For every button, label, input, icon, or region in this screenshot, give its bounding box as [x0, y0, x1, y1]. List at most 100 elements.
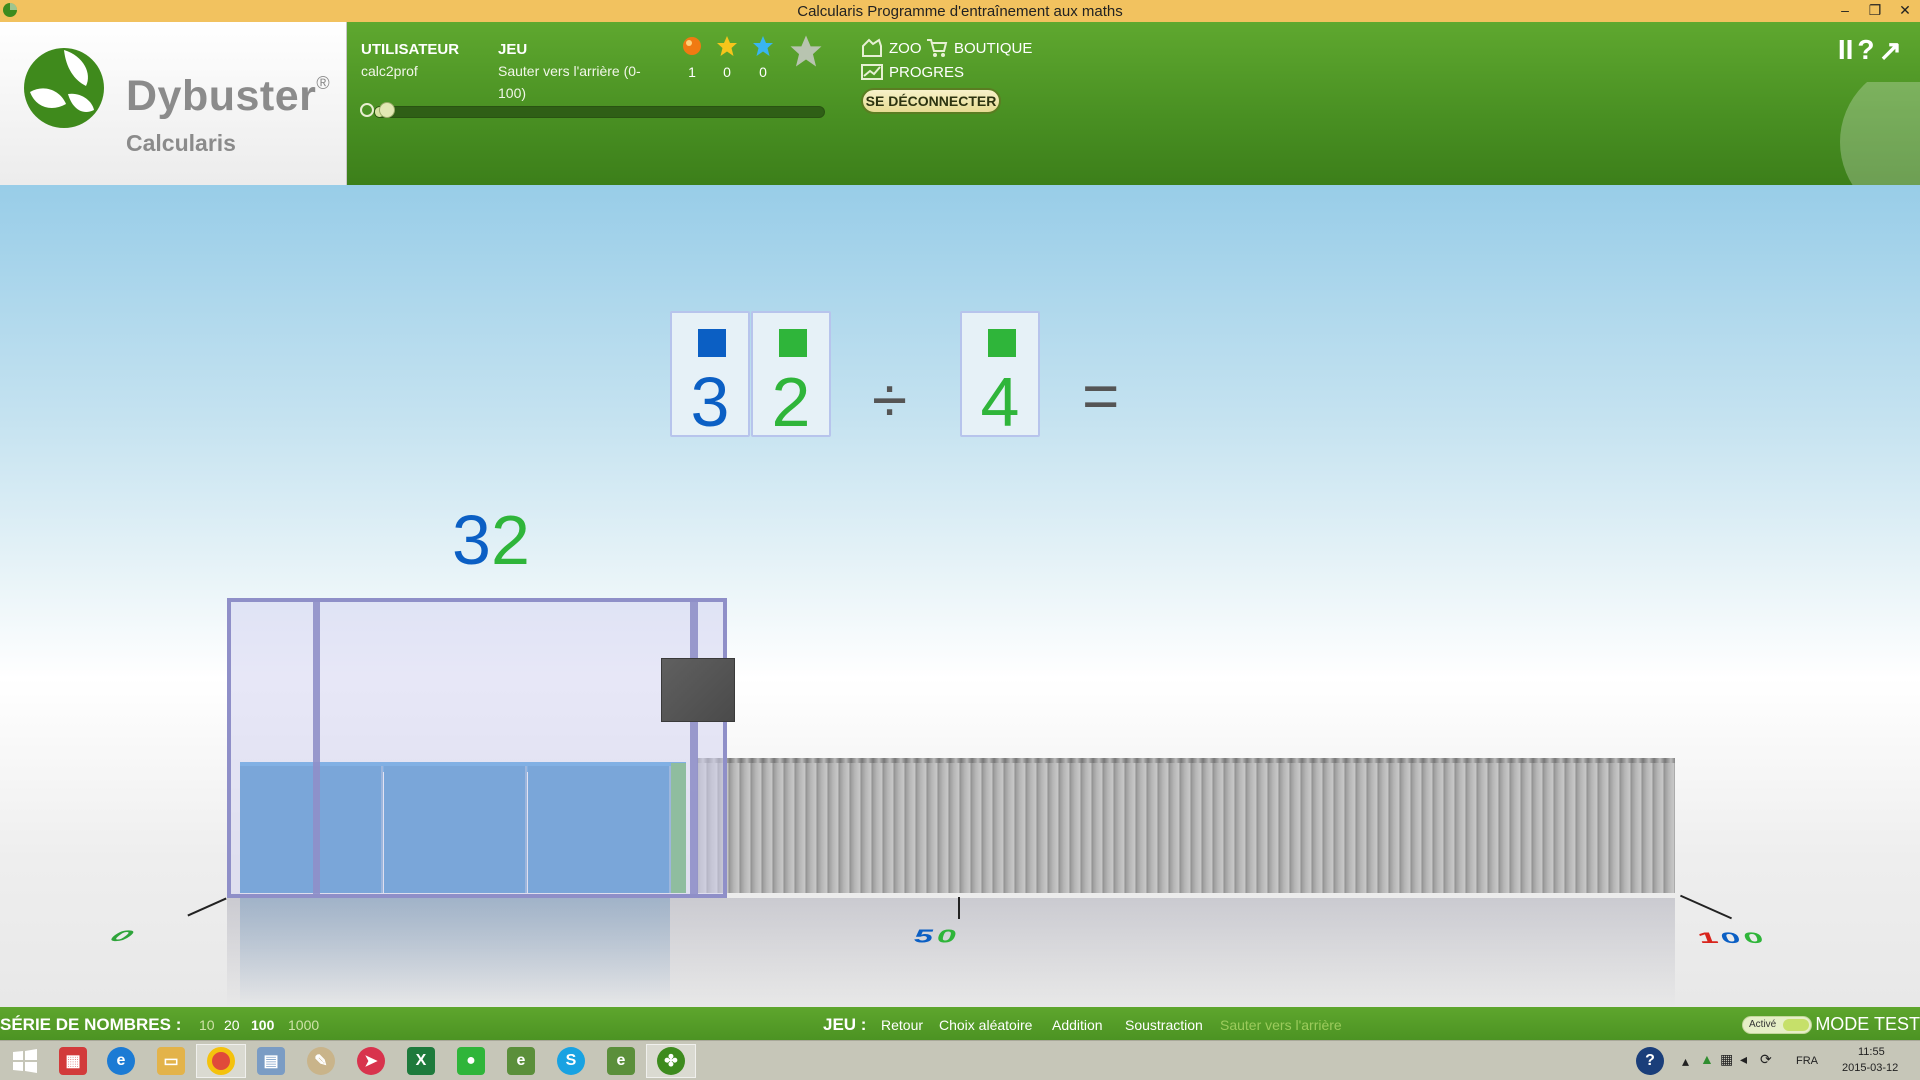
series-option-20[interactable]: 20	[224, 1017, 240, 1033]
internet-explorer-icon[interactable]: e	[96, 1044, 146, 1078]
selection-box-post	[690, 598, 698, 898]
game-option-random[interactable]: Choix aléatoire	[939, 1017, 1032, 1033]
game-name: Sauter vers l'arrière (0- 100)	[498, 63, 641, 101]
selection-box-post	[313, 602, 320, 894]
game-option-subtraction[interactable]: Soustraction	[1125, 1017, 1203, 1033]
series-option-10[interactable]: 10	[199, 1017, 215, 1033]
axis-end-tick	[1680, 894, 1732, 920]
axis-mid-tick	[958, 897, 960, 919]
current-tens-digit: 3	[452, 501, 491, 579]
windows-taskbar: ▦ e ▭ ▤ ✎ ➤ X ● e S e ✤ ? ▴ ▲ ▦ ◂ ⟳ FRA …	[0, 1040, 1920, 1080]
shop-link[interactable]: BOUTIQUE	[926, 38, 1032, 58]
dividend-tens-card: 3	[670, 311, 750, 441]
excel-icon[interactable]: X	[396, 1044, 446, 1078]
series-option-1000[interactable]: 1000	[288, 1017, 319, 1033]
dybuster-logo-icon	[24, 48, 104, 128]
tray-volume-icon[interactable]: ◂	[1740, 1051, 1747, 1068]
orange-orb-count: 1	[688, 64, 696, 80]
minimize-icon[interactable]: –	[1830, 0, 1860, 22]
logout-button[interactable]: SE DÉCONNECTER	[861, 88, 1001, 114]
blue-star-icon	[753, 36, 773, 56]
user-name: calc2prof	[361, 63, 418, 79]
progress-link[interactable]: PROGRES	[861, 62, 964, 82]
axis-mid-label: 5050	[914, 925, 960, 947]
logo-subtitle: Calcularis	[126, 130, 236, 156]
current-position-number: 32	[452, 503, 530, 577]
keyboard-language[interactable]: FRA	[1796, 1055, 1818, 1067]
divisor-digit: 4	[980, 363, 1020, 441]
restore-icon[interactable]: ❐	[1860, 0, 1890, 22]
header-watermark-logo-icon	[1840, 82, 1920, 185]
chrome-icon[interactable]	[196, 1044, 246, 1078]
bottom-bar: SÉRIE DE NOMBRES : 10 20 100 1000 JEU : …	[0, 1007, 1920, 1040]
axis-min-label: 0	[105, 927, 143, 945]
series-option-100[interactable]: 100	[251, 1017, 274, 1033]
shopping-cart-icon	[927, 39, 948, 57]
pause-button[interactable]: II	[1838, 34, 1854, 67]
chart-icon	[861, 64, 883, 80]
calcularis-taskbar-icon[interactable]: ✤	[646, 1044, 696, 1078]
divisor-card: 4	[960, 311, 1040, 441]
app-red-icon[interactable]: ➤	[346, 1044, 396, 1078]
gold-star-count: 0	[723, 64, 731, 80]
ones-square-icon	[779, 329, 807, 357]
tray-time[interactable]: 11:55	[1858, 1046, 1885, 1058]
evernote-icon[interactable]: e	[496, 1044, 546, 1078]
exercise-scene: 3 2 ÷ 4 = 32 0 5050 100100	[0, 185, 1920, 1007]
blue-star-count: 0	[759, 64, 767, 80]
game-option-addition[interactable]: Addition	[1052, 1017, 1103, 1033]
windows-start-icon[interactable]	[0, 1044, 50, 1078]
user-label: UTILISATEUR	[361, 41, 460, 58]
jump-cube[interactable]	[661, 658, 735, 722]
evernote-alt-icon[interactable]: e	[596, 1044, 646, 1078]
progress-knob	[379, 102, 395, 118]
tray-date[interactable]: 2015-03-12	[1842, 1062, 1898, 1074]
game-label: JEU	[498, 41, 528, 58]
series-label: SÉRIE DE NOMBRES :	[0, 1015, 182, 1034]
tray-expand-icon[interactable]: ▴	[1682, 1053, 1689, 1070]
apps-grid-icon[interactable]: ▦	[48, 1044, 98, 1078]
help-button[interactable]: ?	[1857, 34, 1874, 67]
ones-square-icon	[988, 329, 1016, 357]
app-header: Dybuster® Calcularis UTILISATEUR calc2pr…	[0, 22, 1920, 185]
window-title: Calcularis Programme d'entraînement aux …	[797, 3, 1123, 20]
game-option-jump-back[interactable]: Sauter vers l'arrière	[1220, 1017, 1342, 1033]
close-icon[interactable]: ✕	[1890, 0, 1920, 22]
blue-blocks-reflection	[240, 898, 670, 1007]
app-green-bubble-icon[interactable]: ●	[446, 1044, 496, 1078]
game-option-back[interactable]: Retour	[881, 1017, 923, 1033]
logo-panel: Dybuster® Calcularis	[0, 22, 347, 185]
equals-sign: =	[1082, 360, 1120, 432]
tens-square-icon	[698, 329, 726, 357]
tray-sync-icon[interactable]: ⟳	[1760, 1051, 1772, 1068]
divide-sign: ÷	[872, 364, 908, 436]
file-explorer-icon[interactable]: ▭	[146, 1044, 196, 1078]
zoo-link[interactable]: ZOO	[861, 38, 922, 58]
game-progress-bar	[374, 106, 825, 118]
fullscreen-button[interactable]: ↗	[1879, 34, 1902, 67]
game-bar-label: JEU :	[823, 1015, 867, 1034]
dividend-ones-digit: 2	[771, 363, 811, 441]
axis-max-label: 100100	[1690, 929, 1774, 947]
dividend-ones-card: 2	[751, 311, 831, 441]
current-ones-digit: 2	[490, 501, 530, 579]
window-titlebar: Calcularis Programme d'entraînement aux …	[0, 0, 1920, 22]
tray-network-icon[interactable]: ▦	[1720, 1051, 1733, 1068]
gold-star-icon	[717, 36, 737, 56]
help-tray-icon[interactable]: ?	[1625, 1044, 1675, 1078]
test-mode-toggle[interactable]: Activé	[1742, 1016, 1812, 1034]
axis-start-tick	[187, 897, 227, 917]
mode-test-label: MODE TEST	[1815, 1014, 1920, 1034]
orange-orb-icon	[683, 37, 701, 55]
tray-drive-icon[interactable]: ▲	[1700, 1051, 1714, 1067]
zoo-icon	[862, 38, 882, 57]
calculator-icon[interactable]: ▤	[246, 1044, 296, 1078]
unit-rods	[697, 763, 1675, 893]
silver-star-icon	[790, 35, 822, 67]
toggle-knob	[1783, 1019, 1809, 1031]
clock-icon	[360, 103, 374, 117]
skype-icon[interactable]: S	[546, 1044, 596, 1078]
selection-box[interactable]	[227, 598, 727, 898]
dividend-tens-digit: 3	[690, 363, 730, 441]
paint-icon[interactable]: ✎	[296, 1044, 346, 1078]
